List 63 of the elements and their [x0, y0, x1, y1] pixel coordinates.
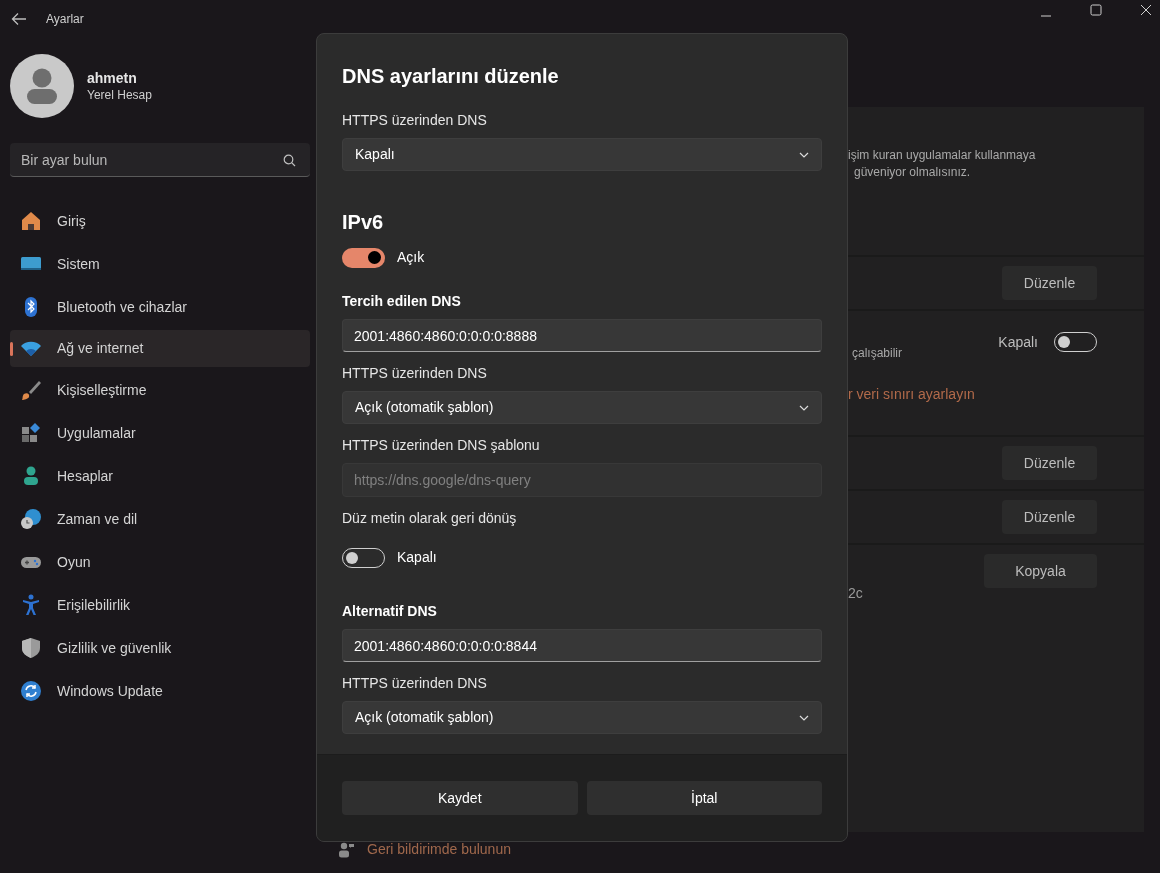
input-field[interactable]: 2001:4860:4860:0:0:0:0:8844 — [342, 629, 822, 662]
refresh-icon — [20, 680, 42, 702]
toggle-state-label: Kapalı — [397, 548, 437, 567]
field-label: HTTPS üzerinden DNS — [342, 674, 488, 693]
action-button[interactable]: İptal — [586, 781, 822, 815]
chevron-down-icon — [799, 404, 809, 411]
sidebar-item[interactable]: Oyun — [10, 542, 310, 582]
action-button[interactable]: Kaydet — [342, 781, 578, 815]
maximize-icon[interactable] — [1090, 4, 1102, 16]
action-button[interactable]: Düzenle — [1002, 500, 1097, 534]
field-label: Tercih edilen DNS — [342, 292, 462, 311]
window-title: Ayarlar — [46, 11, 84, 28]
feedback-icon — [338, 841, 355, 858]
sidebar-item[interactable]: Windows Update — [10, 671, 310, 711]
toggle-state-label: Açık — [397, 248, 425, 267]
toggle-state-label: Kapalı — [998, 333, 1038, 352]
field-label: HTTPS üzerinden DNS — [342, 364, 488, 383]
description-text: çalışabilir — [852, 345, 902, 362]
field-label: HTTPS üzerinden DNS — [342, 111, 488, 130]
input-field[interactable]: https://dns.google/dns-query — [342, 463, 822, 497]
globe-clock-icon — [20, 508, 42, 530]
account-type: Yerel Hesap — [87, 87, 152, 103]
accessibility-icon — [20, 594, 42, 616]
dropdown[interactable]: Açık (otomatik şablon) — [342, 391, 822, 424]
chevron-down-icon — [799, 714, 809, 721]
description-text: işim kuran uygulamalar kullanmaya — [848, 147, 1037, 164]
dialog-title: DNS ayarlarını düzenle — [342, 64, 560, 89]
brush-icon — [20, 379, 42, 401]
sidebar-item[interactable]: Giriş — [10, 201, 310, 241]
description-text: güveniyor olmalısınız. — [853, 164, 972, 181]
sidebar-item[interactable]: Bluetooth ve cihazlar — [10, 287, 310, 327]
sidebar-item[interactable]: Hesaplar — [10, 456, 310, 496]
sidebar-item[interactable]: Gizlilik ve güvenlik — [10, 628, 310, 668]
sidebar-item[interactable]: Sistem — [10, 244, 310, 284]
data-limit-link[interactable]: r veri sınırı ayarlayın — [848, 384, 975, 405]
search-field[interactable]: Bir ayar bulun — [10, 143, 310, 177]
apps-icon — [20, 422, 42, 444]
field-label: HTTPS üzerinden DNS şablonu — [342, 436, 541, 455]
sidebar-item[interactable]: Erişilebilirlik — [10, 585, 310, 625]
shield-icon — [20, 637, 42, 659]
action-button[interactable]: Düzenle — [1002, 446, 1097, 480]
action-button[interactable]: Kopyala — [984, 554, 1097, 588]
feedback-link[interactable]: Geri bildirimde bulunun — [367, 839, 511, 860]
action-button[interactable]: Düzenle — [1002, 266, 1097, 300]
search-icon — [283, 154, 296, 167]
sidebar-item[interactable]: Uygulamalar — [10, 413, 310, 453]
field-label: Düz metin olarak geri dönüş — [342, 509, 518, 528]
section-heading: IPv6 — [342, 210, 385, 235]
input-field[interactable]: 2001:4860:4860:0:0:0:0:8888 — [342, 319, 822, 352]
sidebar-item[interactable]: Kişiselleştirme — [10, 370, 310, 410]
sidebar-item[interactable]: Ağ ve internet — [10, 330, 310, 367]
dropdown[interactable]: Açık (otomatik şablon) — [342, 701, 822, 734]
toggle-switch[interactable] — [342, 247, 385, 268]
value-text: 2c — [848, 584, 863, 603]
field-label: Alternatif DNS — [342, 602, 438, 621]
dropdown[interactable]: Kapalı — [342, 138, 822, 171]
close-icon[interactable] — [1140, 4, 1152, 16]
avatar-icon — [10, 54, 74, 118]
back-arrow-icon[interactable] — [11, 12, 27, 26]
chevron-down-icon — [799, 151, 809, 158]
sidebar-item[interactable]: Zaman ve dil — [10, 499, 310, 539]
home-icon — [20, 210, 42, 232]
user-name: ahmetn — [87, 69, 138, 87]
